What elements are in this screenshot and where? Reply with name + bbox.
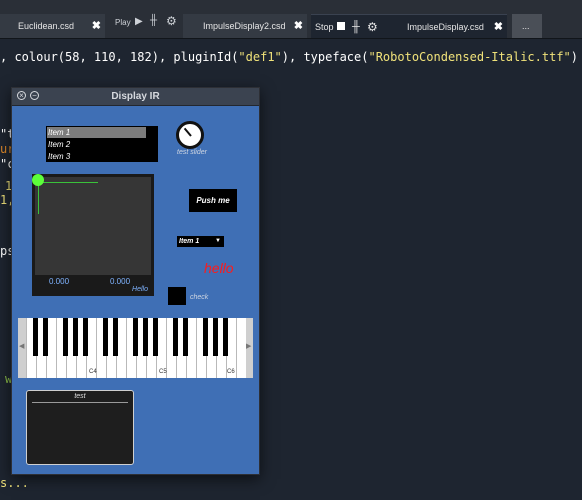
xy-pad[interactable]: 0.000 0.000 Hello bbox=[32, 174, 154, 296]
black-key[interactable] bbox=[173, 318, 178, 356]
key-label: C6 bbox=[227, 369, 235, 375]
xy-pad-area[interactable] bbox=[32, 174, 151, 275]
black-key[interactable] bbox=[33, 318, 38, 356]
listbox[interactable]: Item 1 Item 2 Item 3 bbox=[46, 126, 158, 162]
tab-bar: Euclidean.csd ✖ Play ▶ ╫ ⚙ ImpulseDispla… bbox=[0, 0, 582, 39]
slider-icon[interactable]: ╫ bbox=[352, 15, 360, 39]
chevron-down-icon: ▼ bbox=[215, 238, 221, 244]
play-button[interactable]: Play bbox=[115, 18, 131, 27]
black-key[interactable] bbox=[153, 318, 158, 356]
xy-crosshair-v bbox=[38, 182, 39, 214]
tab-label: ImpulseDisplay2.csd bbox=[203, 21, 286, 31]
code-fragment: s... bbox=[0, 476, 29, 490]
list-item[interactable]: Item 1 bbox=[47, 127, 146, 138]
play-icon[interactable]: ▶ bbox=[135, 16, 143, 27]
plugin-window: × − Display IR Item 1 Item 2 Item 3 test… bbox=[11, 87, 260, 475]
rotary-knob[interactable] bbox=[176, 121, 204, 149]
tab-label: ImpulseDisplay.csd bbox=[407, 22, 484, 32]
combo-box[interactable]: Item 1 ▼ bbox=[177, 236, 224, 247]
black-key[interactable] bbox=[113, 318, 118, 356]
key-label: C4 bbox=[89, 369, 97, 375]
keyboard-right-scroll-icon[interactable]: ▶ bbox=[245, 318, 253, 378]
xy-label: Hello bbox=[132, 286, 148, 293]
xy-x-value: 0.000 bbox=[49, 277, 70, 286]
checkbox-label: check bbox=[190, 294, 209, 301]
xy-y-value: 0.000 bbox=[110, 277, 131, 286]
tab-label: Euclidean.csd bbox=[18, 21, 75, 31]
close-tab-icon[interactable]: ✖ bbox=[92, 14, 101, 38]
text-area-label: test bbox=[74, 393, 86, 400]
push-button[interactable]: Push me bbox=[189, 189, 237, 212]
xy-crosshair-h bbox=[38, 182, 98, 183]
list-item[interactable]: Item 3 bbox=[47, 151, 146, 162]
key-label: C5 bbox=[159, 369, 167, 375]
black-key[interactable] bbox=[213, 318, 218, 356]
stop-icon[interactable] bbox=[337, 22, 345, 30]
window-title: Display IR bbox=[111, 91, 160, 102]
window-titlebar[interactable]: × − Display IR bbox=[12, 88, 259, 106]
black-key[interactable] bbox=[73, 318, 78, 356]
code-text: , colour(58, 110, 182), pluginId( bbox=[0, 50, 239, 64]
code-text: ), typeface( bbox=[281, 50, 369, 64]
keyboard-left-scroll-icon[interactable]: ◀ bbox=[18, 318, 26, 378]
black-key[interactable] bbox=[43, 318, 48, 356]
code-line: , colour(58, 110, 182), pluginId("def1")… bbox=[0, 50, 578, 64]
slider-icon[interactable]: ╫ bbox=[150, 15, 157, 26]
black-key[interactable] bbox=[183, 318, 188, 356]
text-area-divider bbox=[32, 402, 128, 403]
stop-button[interactable]: Stop bbox=[315, 15, 334, 39]
hello-label: hello bbox=[204, 260, 234, 276]
tab-euclidean[interactable]: Euclidean.csd ✖ bbox=[0, 14, 105, 38]
black-key[interactable] bbox=[133, 318, 138, 356]
gear-icon[interactable]: ⚙ bbox=[367, 15, 378, 39]
tab-impulsedisplay[interactable]: Stop ╫ ⚙ ImpulseDisplay.csd ✖ bbox=[311, 14, 507, 38]
code-text: ) bbox=[570, 50, 579, 64]
black-key[interactable] bbox=[223, 318, 228, 356]
tab-impulsedisplay2[interactable]: ImpulseDisplay2.csd ✖ bbox=[183, 14, 307, 38]
knob-label: test slider bbox=[177, 149, 207, 156]
black-key[interactable] bbox=[103, 318, 108, 356]
tab-more[interactable]: ... bbox=[512, 14, 542, 38]
black-key[interactable] bbox=[83, 318, 88, 356]
gear-icon[interactable]: ⚙ bbox=[166, 14, 177, 28]
checkbox[interactable] bbox=[168, 287, 186, 305]
close-tab-icon[interactable]: ✖ bbox=[494, 15, 503, 39]
white-key[interactable] bbox=[236, 318, 246, 378]
black-key[interactable] bbox=[143, 318, 148, 356]
xy-handle[interactable] bbox=[32, 174, 44, 186]
close-tab-icon[interactable]: ✖ bbox=[294, 14, 303, 38]
combo-value: Item 1 bbox=[179, 238, 200, 245]
tab-label: ... bbox=[522, 21, 530, 31]
list-item[interactable]: Item 2 bbox=[47, 139, 146, 150]
code-string: "def1" bbox=[238, 50, 282, 64]
black-key[interactable] bbox=[203, 318, 208, 356]
text-area[interactable]: test bbox=[26, 390, 134, 465]
black-key[interactable] bbox=[63, 318, 68, 356]
piano-keyboard[interactable]: ◀ ▶ C4 C5 C6 bbox=[18, 318, 253, 378]
code-string: "RobotoCondensed-Italic.ttf" bbox=[368, 50, 571, 64]
